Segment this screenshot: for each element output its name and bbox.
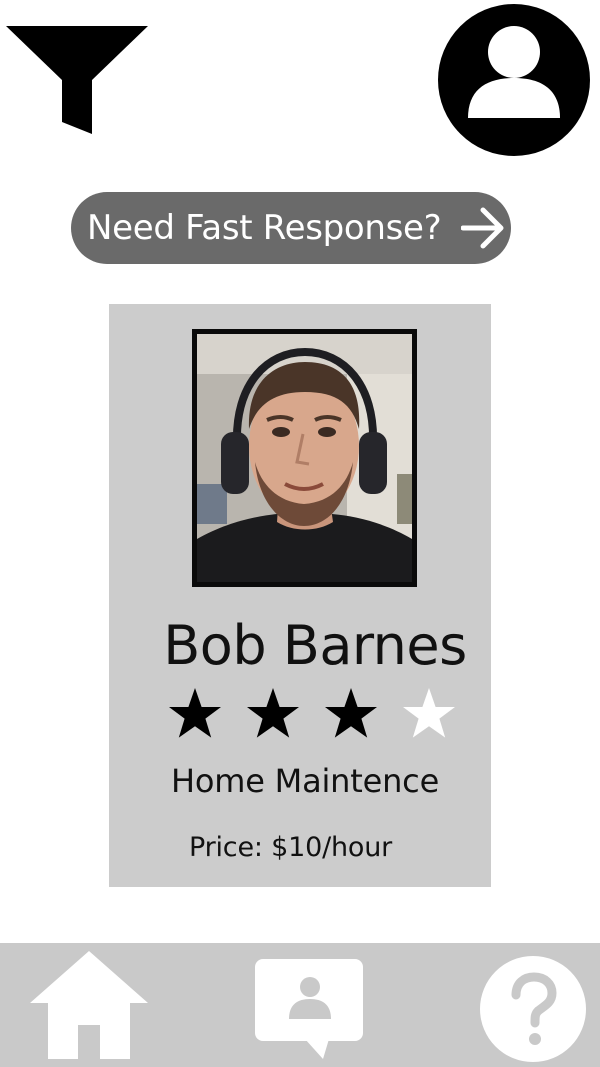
home-icon: [30, 951, 148, 1059]
app-screen: Need Fast Response? Bob Barnes Home Main…: [0, 0, 600, 1067]
provider-photo-frame: [192, 329, 417, 587]
fast-response-label: Need Fast Response?: [87, 208, 442, 248]
star-filled-icon: [247, 688, 299, 738]
rating-stars: [167, 686, 457, 740]
star-filled-icon: [169, 688, 221, 738]
provider-photo: [197, 334, 412, 582]
profile-button[interactable]: [438, 4, 590, 156]
user-profile-icon: [438, 4, 590, 156]
star-filled-icon: [325, 688, 377, 738]
provider-service: Home Maintence: [171, 762, 440, 800]
fast-response-button[interactable]: Need Fast Response?: [71, 192, 511, 264]
filter-funnel-icon: [6, 26, 148, 134]
bottom-nav-bar: [0, 943, 600, 1067]
provider-card[interactable]: Bob Barnes Home Maintence Price: $10/hou…: [109, 304, 491, 887]
provider-price: Price: $10/hour: [189, 832, 393, 863]
filter-button[interactable]: [6, 26, 148, 134]
help-question-icon: [480, 956, 586, 1062]
arrow-right-icon: [461, 207, 504, 249]
contact-chat-icon: [255, 959, 363, 1059]
nav-help-button[interactable]: [478, 955, 588, 1063]
nav-contacts-button[interactable]: [253, 957, 367, 1061]
star-empty-icon: [403, 688, 455, 738]
nav-home-button[interactable]: [30, 949, 148, 1061]
provider-name: Bob Barnes: [163, 614, 467, 677]
